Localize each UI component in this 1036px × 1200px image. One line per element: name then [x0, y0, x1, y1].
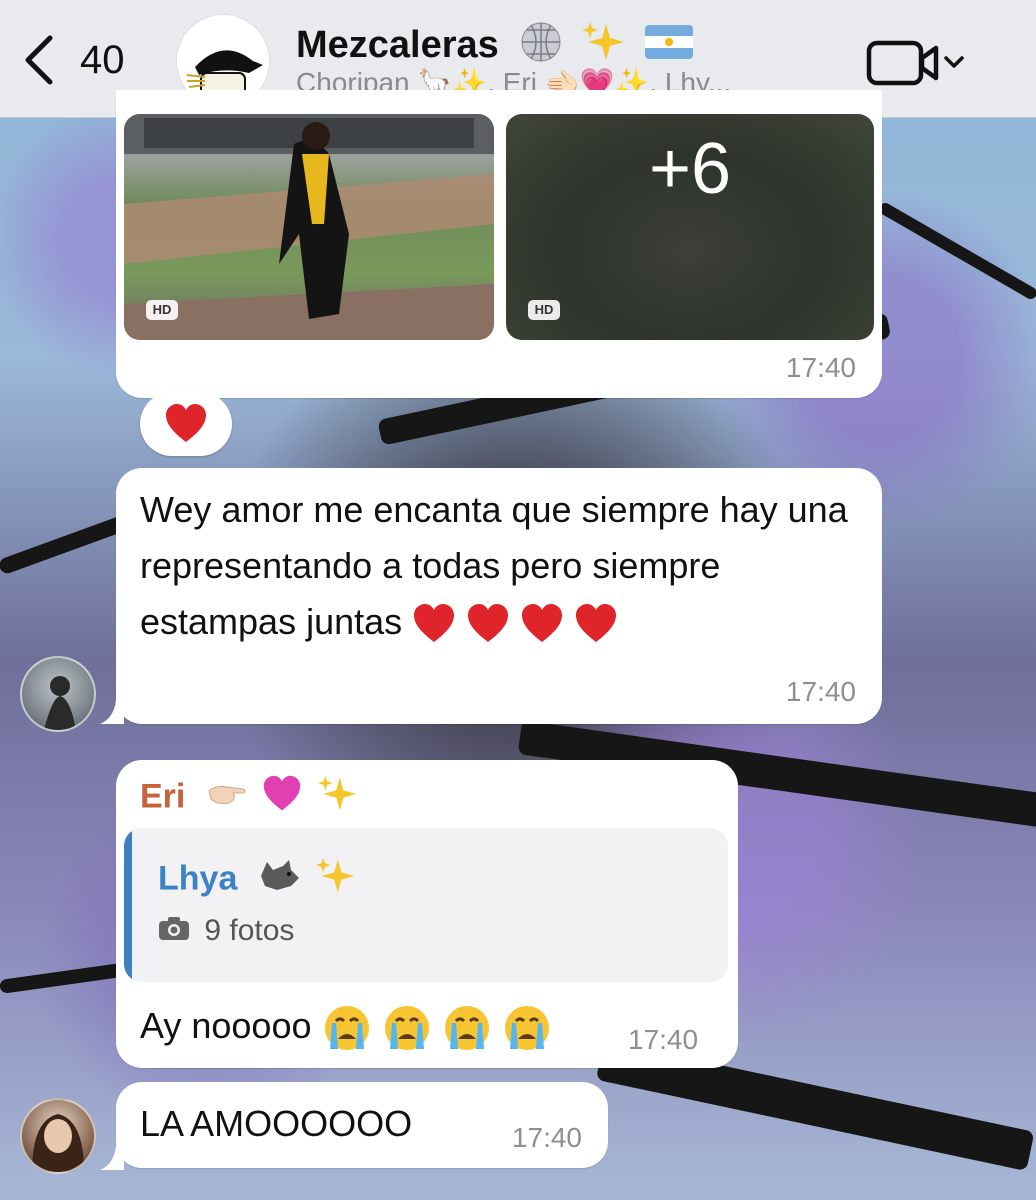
quoted-message[interactable]: Lhya 9 fotos [124, 828, 728, 982]
bubble-tail [100, 700, 124, 724]
quoted-sender-name: Lhya [158, 856, 356, 905]
message-text: Wey amor me encanta que siempre hay una … [140, 482, 860, 650]
media-message-bubble[interactable]: HD +6 HD 17:40 [116, 90, 882, 398]
reaction-pill[interactable] [140, 392, 232, 456]
quoted-sender-text: Lhya [158, 859, 238, 898]
message-time: 17:40 [785, 352, 856, 383]
sparkles-icon [317, 774, 358, 823]
crying-face-icon [444, 1006, 489, 1051]
sparkles-icon [316, 856, 356, 905]
wolf-icon [257, 856, 301, 905]
sender-avatar-image [32, 1114, 84, 1172]
quoted-content: 9 fotos [158, 914, 294, 949]
red-heart-icon [522, 604, 563, 643]
wallpaper-branch [877, 200, 1036, 302]
pink-heart-icon [262, 774, 302, 823]
sender-avatar-image [44, 676, 76, 730]
red-heart-icon [468, 604, 509, 643]
bubble-tail [100, 1146, 124, 1170]
hd-badge: HD [528, 300, 560, 320]
chevron-left-icon [25, 35, 53, 85]
message-text: LA AMOOOOOO [140, 1103, 413, 1144]
graduation-photo-image [124, 114, 494, 340]
camera-icon [158, 915, 190, 949]
message-bubble[interactable]: LA AMOOOOOO 17:40 [116, 1082, 608, 1168]
hd-badge: HD [146, 300, 178, 320]
message-time: 17:40 [628, 1024, 699, 1055]
message-bubble[interactable]: Wey amor me encanta que siempre hay una … [116, 468, 882, 724]
quoted-content-text: 9 fotos [204, 914, 295, 947]
red-heart-icon [166, 404, 206, 442]
back-button[interactable] [20, 34, 60, 86]
sender-name[interactable]: Eri [140, 774, 358, 823]
chat-title-text: Mezcaleras [296, 24, 499, 67]
argentina-flag-icon [644, 25, 693, 69]
message-time: 17:40 [511, 1122, 582, 1153]
crying-face-icon [504, 1006, 549, 1051]
sender-avatar[interactable] [20, 656, 96, 732]
reply-text: Ay nooooo [140, 998, 620, 1054]
crying-face-icon [384, 1006, 429, 1051]
message-time: 17:40 [785, 676, 856, 707]
red-heart-icon [414, 604, 455, 643]
quote-accent-bar [124, 828, 132, 982]
red-heart-icon [576, 604, 617, 643]
reply-text-body: Ay nooooo [140, 1005, 312, 1046]
graduation-photo-1[interactable]: HD [124, 114, 494, 340]
hand-icon [207, 779, 247, 818]
sender-avatar[interactable] [20, 1098, 96, 1174]
crying-face-icon [324, 1006, 369, 1051]
video-call-button[interactable] [866, 38, 970, 88]
unread-count[interactable]: 40 [80, 38, 125, 83]
sender-name-text: Eri [140, 777, 186, 816]
more-photos-count: +6 [648, 129, 732, 209]
video-camera-icon [866, 40, 964, 86]
graduation-photo-2[interactable]: +6 HD [506, 114, 874, 340]
